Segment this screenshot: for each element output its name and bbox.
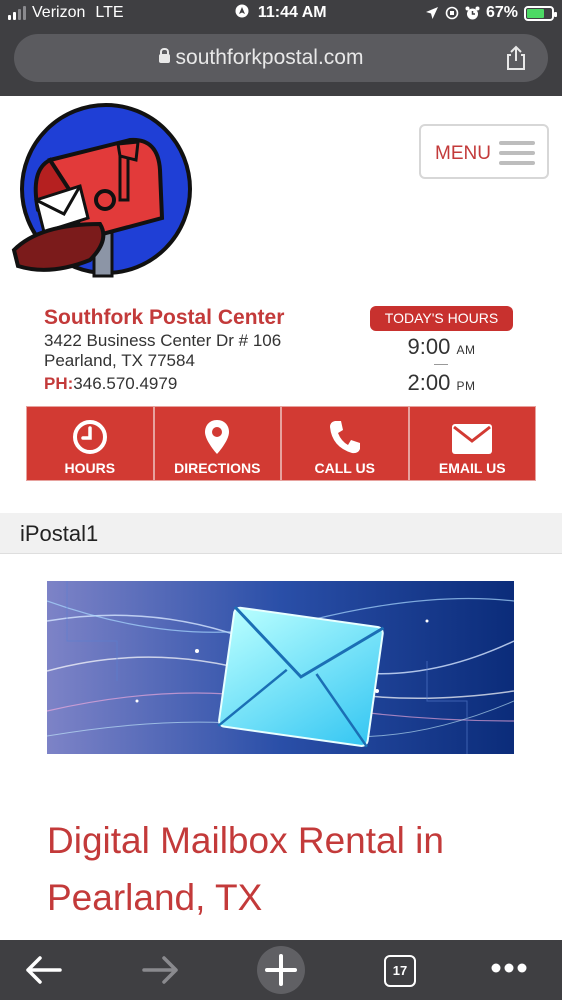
- more-options-icon[interactable]: [490, 962, 528, 974]
- location-lock-icon: [235, 4, 249, 18]
- browser-address-area: southforkpostal.com: [0, 28, 562, 96]
- phone-number[interactable]: PH:346.570.4979: [44, 374, 177, 394]
- directions-button-label: DIRECTIONS: [174, 460, 261, 476]
- address-bar[interactable]: southforkpostal.com: [14, 34, 548, 82]
- menu-button[interactable]: MENU: [419, 124, 549, 179]
- email-us-button-label: EMAIL US: [438, 460, 506, 476]
- directions-button[interactable]: DIRECTIONS: [153, 406, 281, 481]
- logo[interactable]: [10, 100, 196, 278]
- url-text: southforkpostal.com: [175, 46, 364, 69]
- status-bar: Verizon LTE 11:44 AM 67%: [0, 0, 562, 28]
- new-tab-plus-icon[interactable]: [256, 945, 306, 995]
- rotation-lock-icon: [445, 6, 459, 20]
- status-right: 67%: [425, 4, 557, 22]
- email-us-button[interactable]: EMAIL US: [408, 406, 536, 481]
- envelope-icon: [452, 424, 493, 454]
- forward-arrow-icon[interactable]: [142, 954, 180, 986]
- back-arrow-icon[interactable]: [24, 954, 62, 986]
- location-arrow-icon: [425, 7, 438, 19]
- page-headline: Digital Mailbox Rental in Pearland, TX: [47, 820, 444, 918]
- browser-toolbar: 17: [0, 940, 562, 1000]
- phone-icon: [329, 421, 360, 454]
- hours-button-label: HOURS: [64, 460, 116, 476]
- close-time-value: 2:00: [407, 370, 451, 395]
- business-name: Southfork Postal Center: [44, 306, 285, 329]
- lock-icon: [158, 48, 170, 63]
- address-line-2[interactable]: Pearland, TX 77584: [44, 351, 195, 371]
- open-time: 9:00 AM: [370, 334, 513, 360]
- page-title: iPostal1: [20, 521, 99, 546]
- open-time-value: 9:00: [407, 334, 451, 359]
- phone-value[interactable]: 346.570.4979: [73, 374, 177, 393]
- phone-label: PH:: [44, 374, 74, 393]
- hours-separator: [434, 364, 448, 365]
- address-line-1[interactable]: 3422 Business Center Dr # 106: [44, 331, 281, 351]
- page-title-bar: iPostal1: [0, 513, 562, 554]
- hamburger-icon: [499, 141, 535, 165]
- digital-mail-banner: [47, 581, 514, 754]
- call-us-button[interactable]: CALL US: [281, 406, 409, 481]
- hours-button[interactable]: HOURS: [26, 406, 154, 481]
- battery-icon: [524, 5, 557, 21]
- close-ampm: PM: [456, 379, 476, 393]
- battery-percent: 67%: [485, 4, 518, 21]
- open-ampm: AM: [456, 343, 476, 357]
- tabs-button[interactable]: 17: [384, 955, 416, 987]
- clock-icon: [72, 420, 107, 454]
- close-time: 2:00 PM: [370, 370, 513, 396]
- action-buttons: HOURS DIRECTIONS CALL US EMAIL US: [26, 406, 536, 481]
- map-pin-icon: [205, 420, 230, 454]
- call-us-button-label: CALL US: [314, 460, 375, 476]
- share-icon[interactable]: [502, 44, 530, 72]
- url-display[interactable]: southforkpostal.com: [14, 46, 508, 70]
- status-time: 11:44 AM: [257, 4, 327, 21]
- todays-hours-badge: TODAY'S HOURS: [370, 306, 513, 331]
- alarm-icon: [465, 6, 480, 19]
- menu-label: MENU: [435, 143, 491, 164]
